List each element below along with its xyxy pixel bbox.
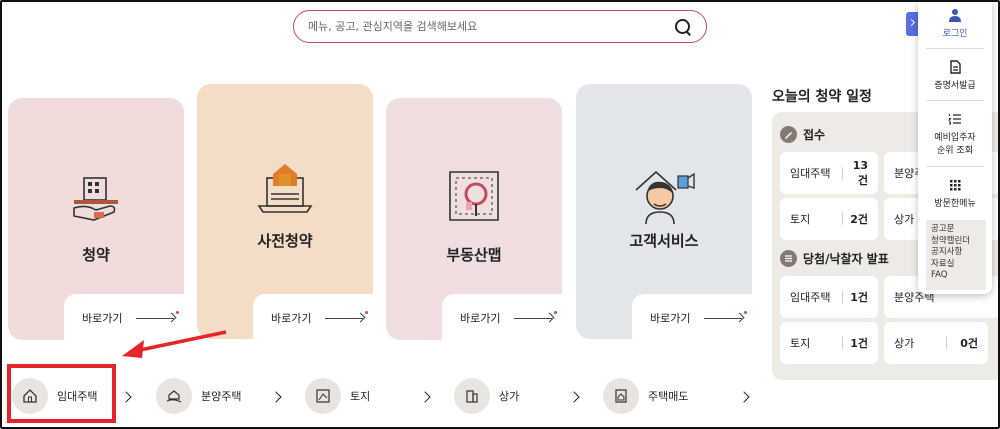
laptop-house-icon [257,164,313,213]
side-link-list: 공고문 청약캘린더 공지사항 자료실 FAQ [926,220,986,290]
card-title: 부동산맵 [446,246,502,264]
document-house-icon [603,378,639,414]
card-subscription[interactable]: 청약 바로가기 [8,98,184,340]
quick-nav-label: 주택매도 [648,390,689,403]
item-name: 토지 [790,213,811,226]
card-title: 청약 [82,246,110,264]
chevron-right-icon [738,391,750,403]
side-link[interactable]: 자료실 [931,259,981,271]
certificate-label: 증명서발급 [934,81,976,91]
map-magnifier-icon [449,171,499,221]
winners-commercial[interactable]: 상가 0건 [884,322,988,364]
card-real-estate-map[interactable]: 부동산맵 바로가기 [386,98,562,340]
all-menu-button[interactable]: 방문한메뉴 [918,178,992,209]
card-customer-service[interactable]: 고객서비스 바로가기 [576,84,752,339]
house-hand-icon [73,177,118,221]
item-name: 임대주택 [790,291,831,304]
winners-land[interactable]: 토지 1건 [780,322,878,364]
user-icon [948,8,962,22]
house-hand-icon [156,378,192,414]
chevron-right-icon [568,391,580,403]
quick-nav-commercial[interactable]: 상가 [454,378,519,414]
chevron-right-icon [419,391,431,403]
all-menu-label: 방문한메뉴 [934,199,976,209]
ranked-list-icon [947,112,962,126]
side-quick-panel: 로그인 증명서발급 예비입주자 순위 조회 방문한메뉴 공고문 청약캘린더 공지… [918,0,992,294]
chevron-right-icon [270,391,282,403]
reception-label: 접수 [803,128,826,142]
side-link[interactable]: 청약캘린더 [931,236,981,248]
waitlist-label-1: 예비입주자 [934,133,976,143]
go-button[interactable]: 바로가기 [442,294,562,340]
arrow-right-icon [325,311,369,323]
go-label: 바로가기 [271,312,312,325]
reception-land[interactable]: 토지 2건 [780,198,878,240]
go-label: 바로가기 [82,312,123,325]
side-link[interactable]: 공고문 [931,224,981,236]
card-pre-subscription[interactable]: 사전청약 바로가기 [197,84,373,339]
list-icon [780,250,797,267]
login-button[interactable]: 로그인 [918,8,992,39]
arrow-right-icon [704,311,748,323]
land-map-icon [305,378,341,414]
login-label: 로그인 [942,29,968,39]
go-button[interactable]: 바로가기 [253,294,373,339]
item-count: 1건 [850,291,868,304]
item-name: 상가 [894,337,915,350]
item-count: 1건 [850,337,868,350]
go-button[interactable]: 바로가기 [632,294,752,339]
quick-nav-label: 상가 [499,390,520,403]
card-title: 고객서비스 [629,232,699,250]
quick-nav-label: 분양주택 [201,390,242,403]
quick-nav-label: 토지 [350,390,371,403]
highlight-box [7,364,116,423]
winners-header: 당첨/낙찰자 발표 [780,250,889,267]
quick-nav-house-sale[interactable]: 주택매도 [603,378,688,414]
pencil-icon [780,126,797,143]
search-input[interactable] [308,20,674,33]
side-link[interactable]: 공지사항 [931,247,981,259]
item-count: 0건 [960,337,978,350]
red-arrow-annotation [122,330,227,358]
quick-nav-sale[interactable]: 분양주택 [156,378,241,414]
winners-label: 당첨/낙찰자 발표 [803,252,889,266]
item-name: 토지 [790,337,811,350]
certificate-button[interactable]: 증명서발급 [918,60,992,91]
person-thumbsup-icon [635,170,695,224]
winners-rental[interactable]: 임대주택 1건 [780,276,878,318]
waitlist-button[interactable]: 예비입주자 순위 조회 [918,112,992,156]
item-name: 임대주택 [790,167,831,180]
go-label: 바로가기 [460,312,501,325]
chevron-right-icon [120,391,132,403]
search-icon[interactable] [674,18,692,36]
quick-nav-land[interactable]: 토지 [305,378,370,414]
go-label: 바로가기 [650,312,691,325]
side-link[interactable]: FAQ [931,270,981,282]
side-panel-toggle[interactable] [906,12,918,36]
building-icon [454,378,490,414]
arrow-right-icon [136,311,180,323]
arrow-right-icon [514,311,558,323]
document-icon [948,60,962,74]
search-bar[interactable] [293,10,707,43]
grid-icon [948,178,962,192]
card-title: 사전청약 [257,232,313,250]
waitlist-label-2: 순위 조회 [937,146,973,156]
schedule-title: 오늘의 청약 일정 [772,89,872,105]
reception-header: 접수 [780,126,825,143]
reception-rental[interactable]: 임대주택 13건 [780,152,878,194]
item-count: 13건 [852,158,868,187]
item-count: 2건 [850,213,868,226]
